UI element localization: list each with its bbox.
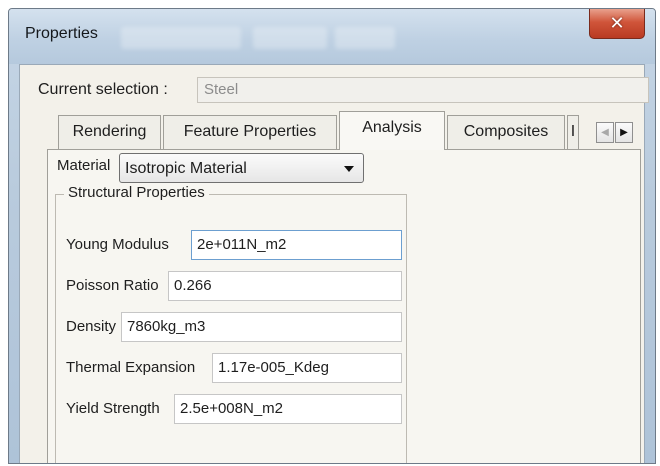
blurred-background-tab [335, 27, 395, 49]
tab-composites[interactable]: Composites [447, 115, 565, 149]
chevron-down-icon [344, 166, 354, 172]
yield-strength-field[interactable]: 2.5e+008N_m2 [174, 394, 402, 424]
tab-scroll-controls: ◀ ▶ [596, 122, 633, 143]
current-selection-field: Steel [197, 77, 649, 103]
thermal-expansion-label: Thermal Expansion [66, 359, 196, 376]
blurred-background-tab [253, 27, 327, 49]
tab-scroll-right-button[interactable]: ▶ [615, 122, 633, 143]
material-dropdown[interactable]: Isotropic Material [119, 153, 364, 183]
young-modulus-label: Young Modulus [66, 236, 169, 253]
tab-analysis[interactable]: Analysis [339, 111, 445, 150]
title-bar[interactable]: Properties ✕ [9, 9, 655, 64]
thermal-expansion-field[interactable]: 1.17e-005_Kdeg [212, 353, 402, 383]
blurred-background-tab [121, 27, 241, 49]
material-label: Material [57, 157, 111, 174]
yield-strength-label: Yield Strength [66, 400, 160, 417]
tab-truncated[interactable]: I [567, 115, 579, 149]
chevron-left-icon: ◀ [601, 127, 609, 138]
poisson-ratio-label: Poisson Ratio [66, 277, 159, 294]
tab-rendering[interactable]: Rendering [58, 115, 161, 149]
dialog-body: Current selection : Steel Rendering Feat… [19, 64, 649, 463]
chevron-right-icon: ▶ [620, 127, 628, 138]
structural-properties-title: Structural Properties [64, 184, 209, 201]
close-button[interactable]: ✕ [589, 9, 645, 39]
window-title: Properties [25, 25, 98, 42]
tab-scroll-left-button[interactable]: ◀ [596, 122, 614, 143]
tab-feature-properties[interactable]: Feature Properties [163, 115, 337, 149]
young-modulus-field[interactable]: 2e+011N_m2 [191, 230, 402, 260]
material-dropdown-value: Isotropic Material [125, 160, 247, 177]
close-icon: ✕ [609, 13, 625, 33]
density-field[interactable]: 7860kg_m3 [121, 312, 402, 342]
current-selection-label: Current selection : [38, 81, 168, 98]
structural-properties-group: Structural Properties Young Modulus 2e+0… [55, 184, 407, 463]
poisson-ratio-field[interactable]: 0.266 [168, 271, 402, 301]
properties-window: Properties ✕ Current selection : Steel R… [8, 8, 656, 464]
analysis-tab-panel: Material Isotropic Material Structural P… [47, 149, 641, 463]
density-label: Density [66, 318, 117, 335]
